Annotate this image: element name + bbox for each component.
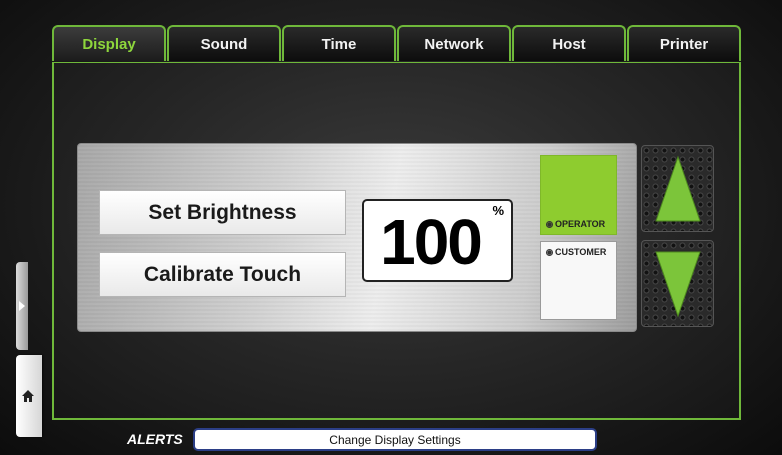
brightness-increase-button[interactable] [641,145,714,232]
side-panel-expand-tab[interactable] [16,262,28,350]
brightness-readout: 100 % [362,199,513,282]
set-brightness-button[interactable]: Set Brightness [99,190,346,235]
arrow-up-icon [654,154,701,221]
arrow-down-icon [654,251,701,318]
operator-radio-icon [546,220,553,228]
tab-display[interactable]: Display [52,25,166,61]
chevron-right-icon [19,301,25,311]
tab-host[interactable]: Host [512,25,626,61]
customer-radio-icon [546,248,553,256]
operator-mode-option[interactable]: OPERATOR [540,155,617,235]
operator-mode-label: OPERATOR [555,219,606,229]
home-icon [22,390,34,402]
alerts-message-bar: Change Display Settings [193,428,597,451]
customer-mode-label: CUSTOMER [555,247,607,257]
alerts-label: ALERTS [127,431,183,447]
tab-time[interactable]: Time [282,25,396,61]
tab-network[interactable]: Network [397,25,511,61]
tab-printer[interactable]: Printer [627,25,741,61]
tab-sound[interactable]: Sound [167,25,281,61]
customer-mode-option[interactable]: CUSTOMER [540,241,617,320]
brightness-unit: % [492,203,504,218]
tab-bar: Display Sound Time Network Host Printer [52,25,741,63]
calibrate-touch-button[interactable]: Calibrate Touch [99,252,346,297]
alerts-message: Change Display Settings [329,432,461,447]
brightness-decrease-button[interactable] [641,240,714,327]
brightness-value: 100 [380,206,483,278]
home-button[interactable] [16,355,42,437]
